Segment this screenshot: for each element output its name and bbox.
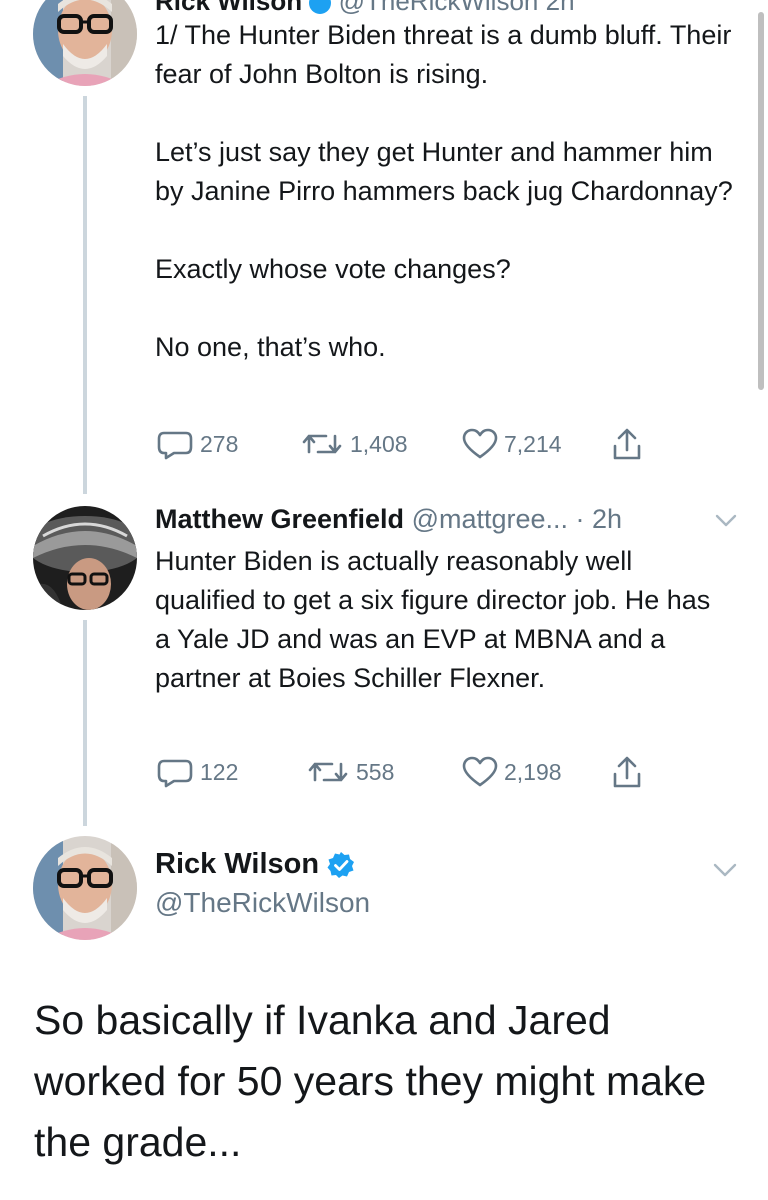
parent-tweet-time: 2h [545,0,575,16]
like-count: 7,214 [504,430,562,457]
parent-tweet-paragraph: Exactly whose vote changes? [155,254,511,284]
verified-badge-icon [309,0,332,15]
avatar-rick-wilson-top[interactable] [33,0,137,86]
main-author-name: Rick Wilson [155,848,320,880]
main-author-handle[interactable]: @TheRickWilson [155,887,370,919]
parent-tweet-paragraph: Let’s just say they get Hunter and hamme… [155,137,733,206]
reply-tweet-time: · 2h [575,504,623,534]
reply-author-name[interactable]: Matthew Greenfield [155,504,404,534]
retweet-button[interactable]: 558 [306,752,394,792]
main-tweet-text: So basically if Ivanka and Jared worked … [34,997,707,1165]
reply-icon [157,431,193,460]
thread-connector-line [83,620,87,826]
parent-author-handle[interactable]: @TheRickWilson [339,0,539,16]
reply-tweet-actions: 122 558 2,198 [156,752,656,792]
reply-tweet-text: Hunter Biden is actually reasonably well… [155,546,711,693]
parent-tweet-actions: 278 1,408 7,214 [156,424,656,464]
chevron-down-icon[interactable] [712,862,738,878]
chevron-down-icon[interactable] [714,512,738,528]
share-button[interactable] [612,424,642,464]
main-tweet-author[interactable]: Rick Wilson [155,848,355,881]
like-icon [462,756,498,787]
retweet-count: 558 [356,758,395,785]
like-icon [462,428,498,459]
retweet-button[interactable]: 1,408 [300,424,408,464]
reply-button[interactable]: 122 [156,752,238,792]
share-icon [613,756,641,788]
share-icon [613,428,641,460]
like-count: 2,198 [504,758,562,785]
avatar-rick-wilson[interactable] [33,836,137,940]
like-button[interactable]: 7,214 [462,424,562,464]
reply-count: 278 [200,430,239,457]
retweet-count: 1,408 [350,430,408,457]
parent-tweet-header: Rick Wilson @TheRickWilson 2h [155,0,575,17]
like-button[interactable]: 2,198 [462,752,562,792]
reply-author-handle[interactable]: @mattgree... [412,504,568,534]
parent-tweet-paragraph: No one, that’s who. [155,332,386,362]
avatar-matthew-greenfield[interactable] [33,506,137,610]
parent-tweet-paragraph: 1/ The Hunter Biden threat is a dumb blu… [155,20,732,89]
parent-tweet-text: 1/ The Hunter Biden threat is a dumb blu… [155,16,735,367]
reply-button[interactable]: 278 [156,424,238,464]
retweet-icon [308,762,348,782]
reply-icon [157,759,193,788]
reply-count: 122 [200,758,239,785]
scrollbar[interactable] [758,12,764,390]
reply-tweet-header: Matthew Greenfield @mattgree... · 2h [155,504,622,535]
parent-author-name[interactable]: Rick Wilson [155,0,302,16]
verified-badge-icon [327,851,355,878]
thread-connector-line [83,96,87,494]
share-button[interactable] [612,752,642,792]
retweet-icon [302,434,342,454]
